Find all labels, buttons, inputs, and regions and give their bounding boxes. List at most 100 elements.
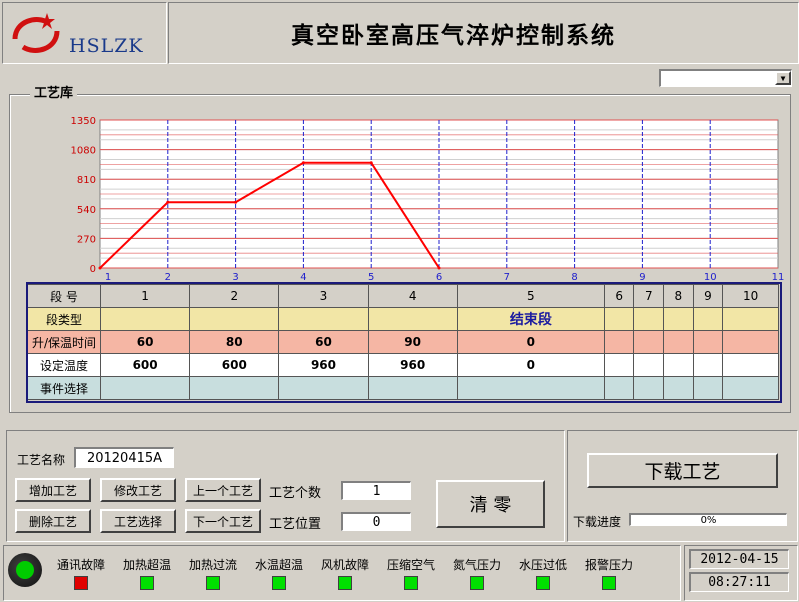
alarm-label: 通讯故障 <box>56 558 105 572</box>
x-tick-label: 2 <box>165 272 171 283</box>
segment-temp-cell[interactable] <box>722 353 779 377</box>
run-indicator-icon <box>8 553 42 587</box>
segment-time-cell[interactable]: 80 <box>189 330 280 354</box>
y-tick-label: 1080 <box>71 146 96 157</box>
segment-type-cell[interactable] <box>633 307 665 331</box>
prev-recipe-button[interactable]: 上一个工艺 <box>185 478 261 502</box>
x-tick-label: 7 <box>504 272 510 283</box>
segment-event-cell[interactable] <box>663 376 694 400</box>
alarm-indicator <box>74 576 88 590</box>
select-recipe-button[interactable]: 工艺选择 <box>100 509 176 533</box>
segment-type-cell[interactable] <box>603 307 635 331</box>
segment-time-cell[interactable]: 60 <box>278 330 369 354</box>
segment-event-cell[interactable] <box>189 376 280 400</box>
download-progress-bar: 0% <box>629 513 787 526</box>
segment-event-cell[interactable] <box>456 376 605 400</box>
download-recipe-button[interactable]: 下载工艺 <box>587 453 778 488</box>
data-point <box>234 200 238 204</box>
segment-time-cell[interactable] <box>633 330 665 354</box>
x-tick-label: 5 <box>368 272 374 283</box>
segment-type-cell[interactable] <box>722 307 779 331</box>
segment-temp-cell[interactable] <box>663 353 694 377</box>
recipe-name-field[interactable]: 20120415A <box>74 447 174 468</box>
segment-temp-cell[interactable]: 960 <box>278 353 369 377</box>
segment-type-cell[interactable] <box>99 307 191 331</box>
segment-time-cell[interactable] <box>692 330 724 354</box>
logo-swirl-icon <box>12 13 60 53</box>
clear-button[interactable]: 清 零 <box>436 480 545 528</box>
y-tick-label: 0 <box>90 264 96 275</box>
recipe-position-field: 0 <box>341 512 411 531</box>
segment-temp-cell[interactable] <box>603 353 635 377</box>
run-led <box>16 561 34 579</box>
recipe-position-label: 工艺位置 <box>269 517 322 532</box>
segment-type-cell[interactable] <box>663 307 694 331</box>
segment-number: 9 <box>692 284 724 308</box>
segment-time-cell[interactable] <box>722 330 779 354</box>
temperature-profile-chart: 0 270 540 810 1080 1350 1 2 3 4 5 6 7 8 9 10 11 <box>71 116 785 283</box>
alarm-indicator <box>536 576 550 590</box>
segment-event-cell[interactable] <box>692 376 724 400</box>
add-recipe-button[interactable]: 增加工艺 <box>15 478 91 502</box>
x-tick-label: 10 <box>704 272 717 283</box>
segment-number: 7 <box>633 284 665 308</box>
segment-number: 4 <box>367 284 458 308</box>
delete-recipe-button[interactable]: 删除工艺 <box>15 509 91 533</box>
segment-type-cell[interactable] <box>278 307 369 331</box>
segment-number: 5 <box>456 284 605 308</box>
app-title: 真空卧室高压气淬炉控制系统 <box>291 22 616 49</box>
segment-table: 段 号 1 2 3 4 5 6 7 8 9 10 段类型 结束段 升/保温时间 … <box>27 284 779 400</box>
alarm-label: 水温超温 <box>254 558 303 572</box>
alarm-panel <box>3 545 681 601</box>
segment-temp-cell[interactable]: 0 <box>456 353 605 377</box>
alarm-indicator <box>404 576 418 590</box>
data-point <box>98 266 102 270</box>
alarm-label: 压缩空气 <box>386 558 435 572</box>
segment-event-cell[interactable] <box>633 376 665 400</box>
segment-event-cell[interactable] <box>367 376 458 400</box>
segment-temp-cell[interactable]: 960 <box>367 353 458 377</box>
y-tick-label: 540 <box>77 205 96 216</box>
segment-type-cell[interactable] <box>189 307 280 331</box>
segment-time-cell[interactable]: 90 <box>367 330 458 354</box>
recipe-dropdown[interactable]: ▼ <box>659 69 792 87</box>
segment-type-cell[interactable] <box>692 307 724 331</box>
segment-type-cell[interactable]: 结束段 <box>456 307 605 331</box>
alarm-label: 水压过低 <box>518 558 567 572</box>
segment-temp-cell[interactable]: 600 <box>189 353 280 377</box>
next-recipe-button[interactable]: 下一个工艺 <box>185 509 261 533</box>
segment-number: 1 <box>99 284 191 308</box>
segment-type-cell[interactable] <box>367 307 458 331</box>
x-tick-label: 8 <box>571 272 577 283</box>
alarm-indicator <box>338 576 352 590</box>
segment-number: 8 <box>663 284 694 308</box>
segment-event-cell[interactable] <box>603 376 635 400</box>
segment-temp-cell[interactable]: 600 <box>99 353 191 377</box>
segment-event-cell[interactable] <box>278 376 369 400</box>
alarm-indicator <box>470 576 484 590</box>
segment-temp-row: 设定温度 600 600 960 960 0 <box>27 353 779 377</box>
x-tick-label: 1 <box>105 272 111 283</box>
logo-text: HSLZK <box>69 35 144 57</box>
row-label: 事件选择 <box>27 376 101 400</box>
segment-time-cell[interactable] <box>603 330 635 354</box>
segment-temp-cell[interactable] <box>692 353 724 377</box>
segment-time-cell[interactable]: 60 <box>99 330 191 354</box>
segment-temp-cell[interactable] <box>633 353 665 377</box>
recipe-name-label: 工艺名称 <box>17 453 66 467</box>
alarm-indicator <box>206 576 220 590</box>
segment-event-row: 事件选择 <box>27 376 779 400</box>
segment-time-cell[interactable]: 0 <box>456 330 605 354</box>
modify-recipe-button[interactable]: 修改工艺 <box>100 478 176 502</box>
data-point <box>166 200 170 204</box>
row-label: 升/保温时间 <box>27 330 101 354</box>
segment-type-row: 段类型 结束段 <box>27 307 779 331</box>
recipe-count-field: 1 <box>341 481 411 500</box>
chevron-down-icon[interactable]: ▼ <box>775 71 791 85</box>
segment-event-cell[interactable] <box>99 376 191 400</box>
alarm-indicator <box>602 576 616 590</box>
x-tick-label: 3 <box>232 272 238 283</box>
alarm-label: 报警压力 <box>584 558 633 572</box>
segment-time-cell[interactable] <box>663 330 694 354</box>
segment-event-cell[interactable] <box>722 376 779 400</box>
